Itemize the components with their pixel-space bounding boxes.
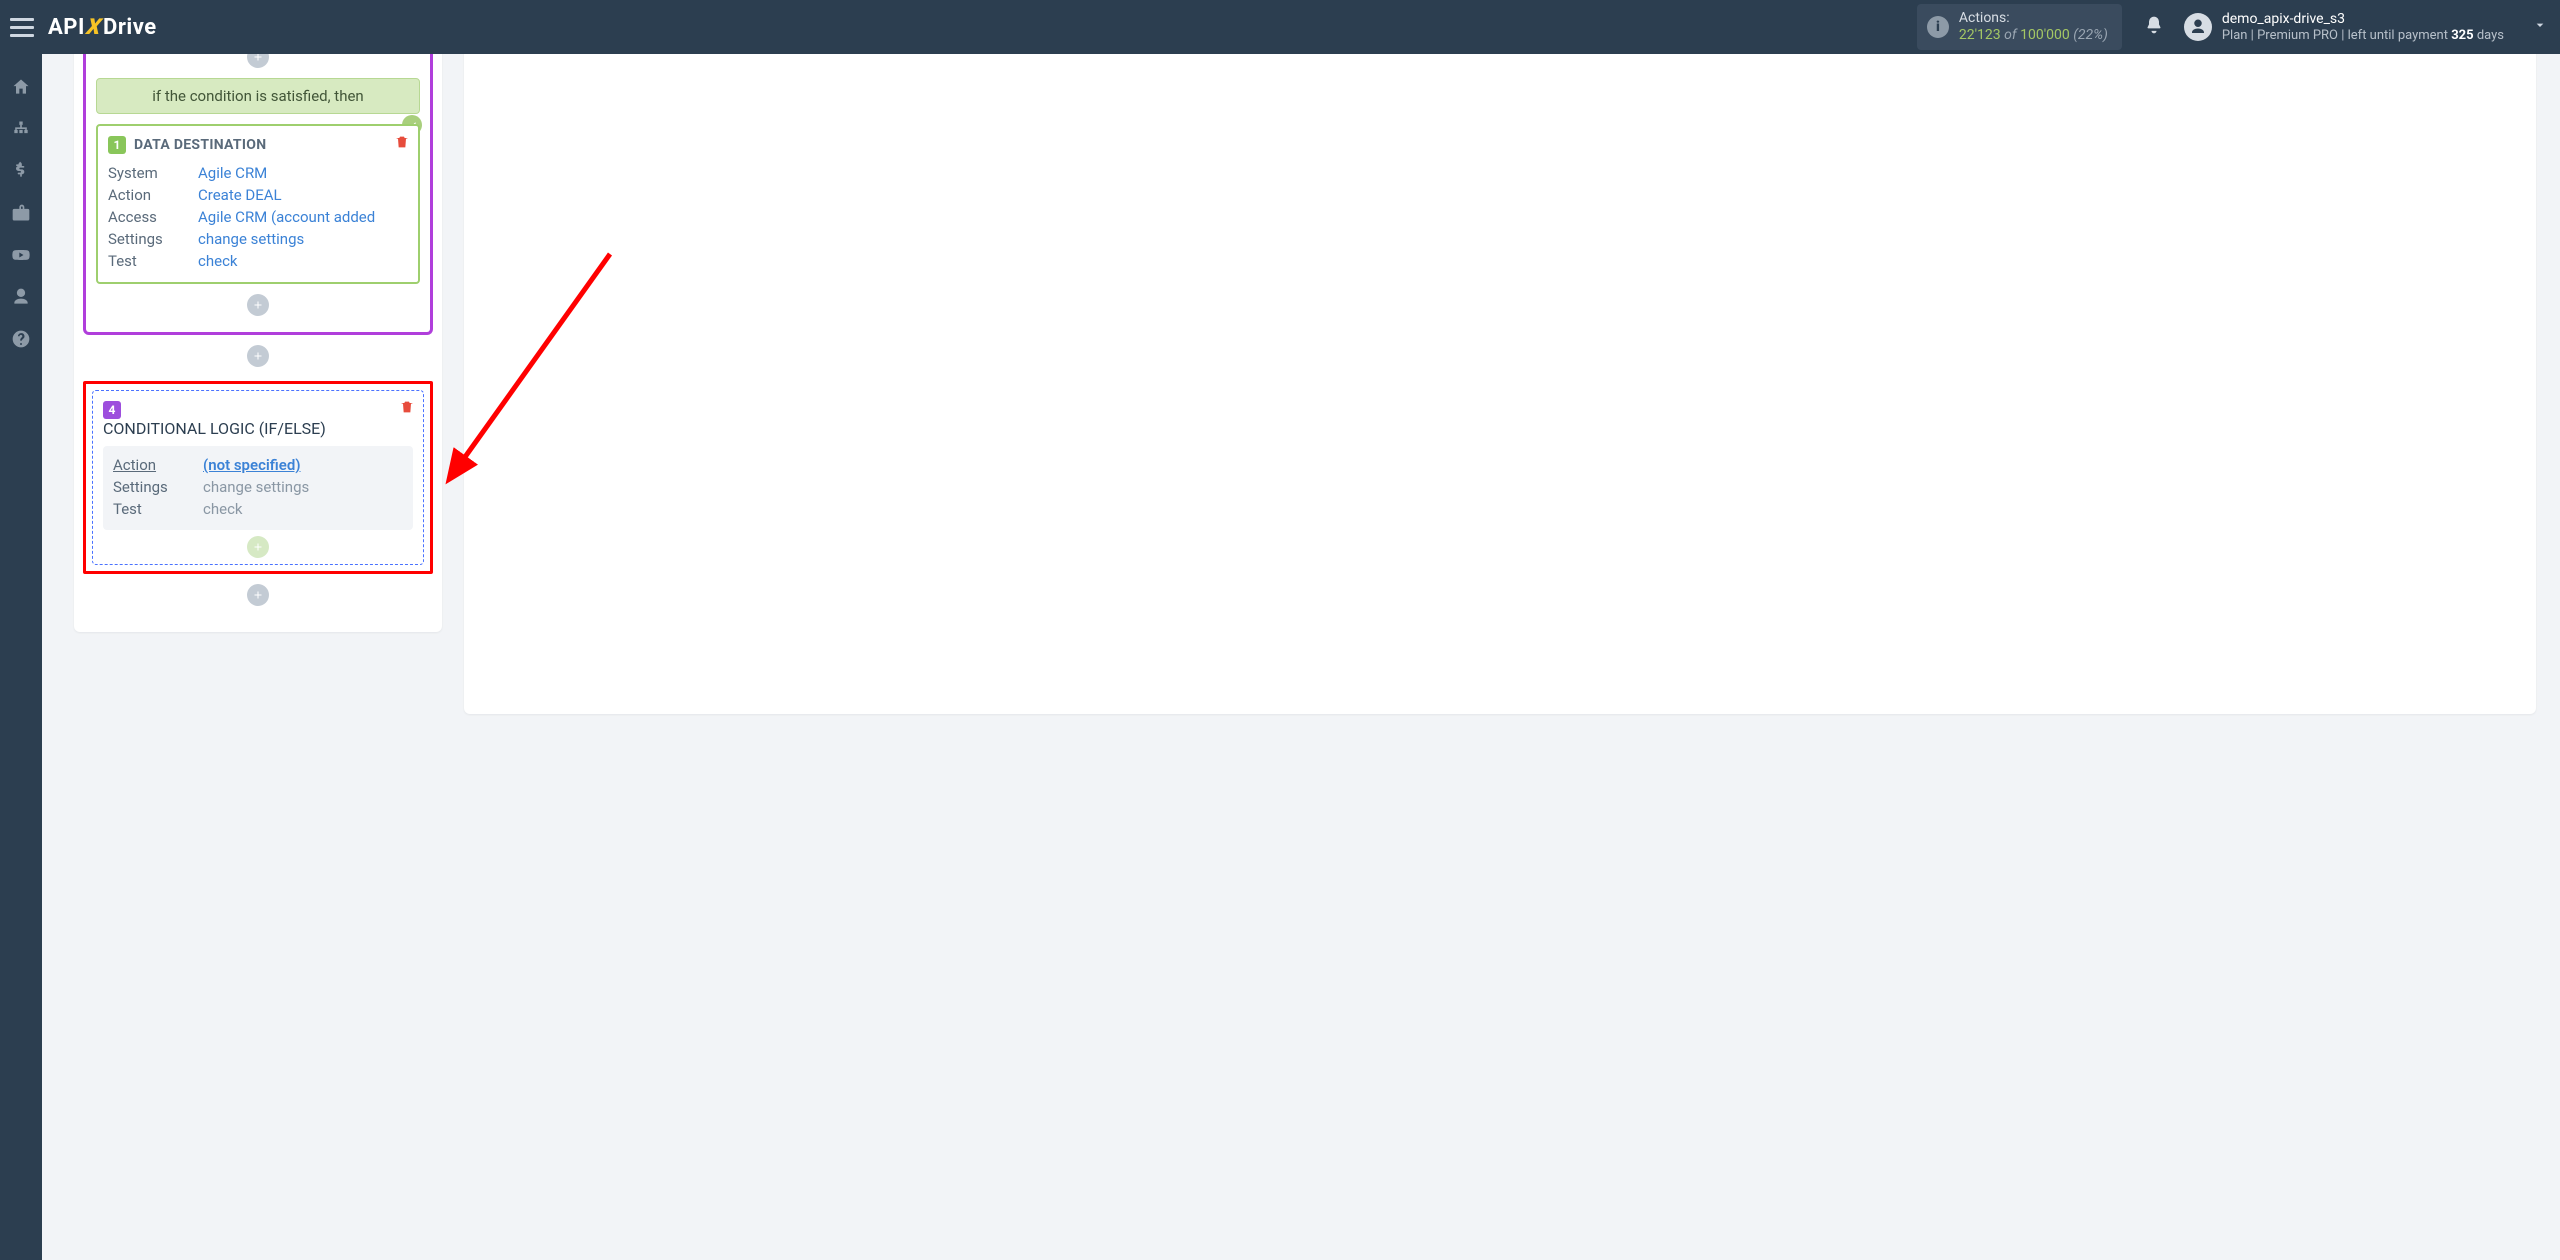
conditional-logic-card[interactable]: 4 CONDITIONAL LOGIC (IF/ELSE) Action(not… — [92, 390, 424, 565]
actions-limit: 100'000 — [2020, 27, 2070, 43]
user-menu[interactable]: demo_apix-drive_s3 Plan | Premium PRO | … — [2184, 11, 2548, 43]
conditional-body: Action(not specified) Settingschange set… — [103, 446, 413, 530]
destination-wrap: 1 DATA DESTINATION SystemAgile CRM Actio… — [96, 124, 420, 284]
logo-text-drive: Drive — [103, 15, 157, 40]
logo[interactable]: API X Drive — [48, 15, 157, 40]
plan-name: Premium PRO — [2257, 28, 2338, 43]
actions-pct: (22%) — [2073, 27, 2108, 43]
action-link[interactable]: Create DEAL — [198, 186, 282, 204]
sidebar-item-home[interactable] — [0, 68, 42, 106]
sidebar-item-videos[interactable] — [0, 236, 42, 274]
add-step-button[interactable] — [247, 536, 269, 558]
sidebar-item-integrations[interactable] — [0, 110, 42, 148]
system-link[interactable]: Agile CRM — [198, 164, 267, 182]
actions-text: Actions: 22'123 of 100'000 (22%) — [1959, 10, 2108, 44]
actions-label: Actions: — [1959, 10, 2108, 27]
step-number-badge: 4 — [103, 401, 121, 419]
row-label: Settings — [108, 230, 198, 248]
row-label: Action — [113, 456, 203, 474]
row-label: System — [108, 164, 198, 182]
actions-of: of — [2004, 27, 2016, 43]
user-name: demo_apix-drive_s3 — [2222, 11, 2504, 28]
row-label: Action — [108, 186, 198, 204]
workflow-panel: Settingschange settings Testcheck if the… — [74, 54, 442, 632]
change-settings-link[interactable]: change settings — [198, 230, 304, 248]
row-label: Settings — [113, 478, 203, 496]
add-step-button[interactable] — [247, 345, 269, 367]
plan-days-suffix: days — [2477, 28, 2504, 43]
change-settings-disabled: change settings — [203, 478, 309, 496]
sidebar-item-account[interactable] — [0, 278, 42, 316]
logo-text-api: API — [48, 15, 85, 40]
sidebar-item-help[interactable] — [0, 320, 42, 358]
condition-group: Settingschange settings Testcheck if the… — [83, 54, 433, 335]
row-label: Test — [108, 252, 198, 270]
topbar: API X Drive i Actions: 22'123 of 100'000… — [0, 0, 2560, 54]
destination-card[interactable]: 1 DATA DESTINATION SystemAgile CRM Actio… — [96, 124, 420, 284]
sidebar-item-billing[interactable] — [0, 152, 42, 190]
plan-prefix: Plan | — [2222, 28, 2254, 43]
add-step-button[interactable] — [247, 584, 269, 606]
logo-text-x: X — [85, 15, 104, 40]
check-disabled: check — [203, 500, 243, 518]
row-label: Test — [113, 500, 203, 518]
sidebar — [0, 54, 42, 1260]
detail-panel — [464, 54, 2536, 714]
row-label: Access — [108, 208, 198, 226]
chevron-down-icon — [2532, 17, 2548, 37]
destination-title: DATA DESTINATION — [134, 137, 266, 153]
step-number-badge: 1 — [108, 136, 126, 154]
plan-days: 325 — [2451, 28, 2473, 43]
sidebar-item-apps[interactable] — [0, 194, 42, 232]
add-step-button[interactable] — [247, 294, 269, 316]
notifications-button[interactable] — [2144, 15, 2164, 39]
info-icon: i — [1927, 16, 1949, 38]
actions-used: 22'123 — [1959, 27, 2001, 43]
highlighted-step: 4 CONDITIONAL LOGIC (IF/ELSE) Action(not… — [83, 381, 433, 574]
conditional-title: CONDITIONAL LOGIC (IF/ELSE) — [103, 419, 413, 438]
check-link[interactable]: check — [198, 252, 238, 270]
delete-conditional-button[interactable] — [399, 399, 415, 419]
user-text: demo_apix-drive_s3 Plan | Premium PRO | … — [2222, 11, 2504, 43]
access-link[interactable]: Agile CRM (account added — [198, 208, 375, 226]
avatar — [2184, 13, 2212, 41]
action-not-specified-link[interactable]: (not specified) — [203, 456, 301, 474]
actions-counter[interactable]: i Actions: 22'123 of 100'000 (22%) — [1917, 4, 2122, 50]
condition-banner: if the condition is satisfied, then — [96, 78, 420, 114]
plan-mid: | left until payment — [2341, 28, 2448, 43]
menu-toggle-button[interactable] — [10, 15, 34, 39]
main-content: Settingschange settings Testcheck if the… — [42, 54, 2560, 1260]
delete-destination-button[interactable] — [394, 134, 410, 154]
add-step-button[interactable] — [247, 54, 269, 68]
